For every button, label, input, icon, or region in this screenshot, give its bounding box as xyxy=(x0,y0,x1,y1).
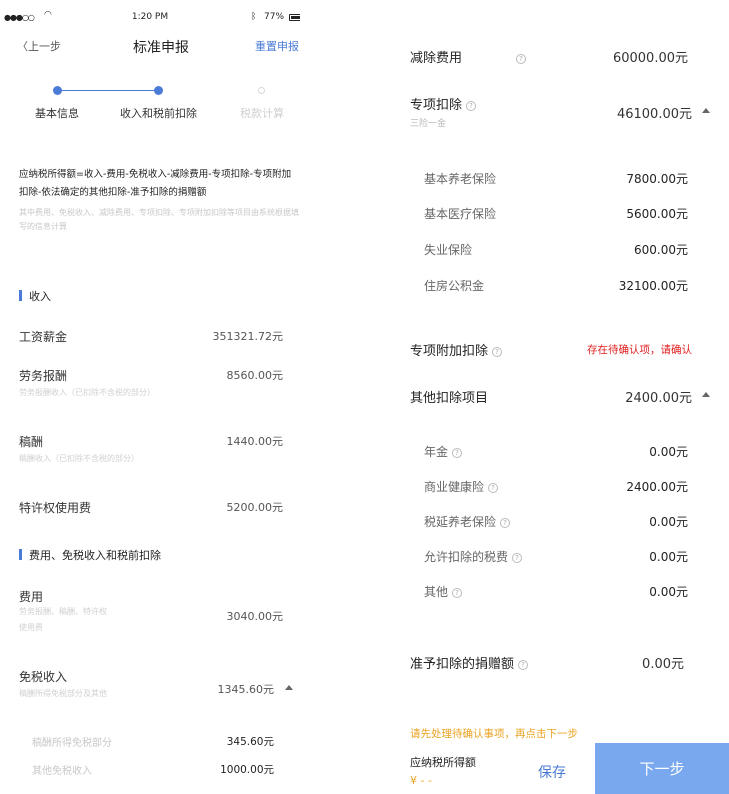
step-connector xyxy=(58,90,158,91)
item-label: 失业保险 xyxy=(424,243,473,257)
item-label: 基本医疗保险 xyxy=(424,207,497,221)
row-value: 1440.00元 xyxy=(226,435,284,448)
item-label: 住房公积金 xyxy=(424,279,485,293)
item-label: 稿酬所得免税部分 xyxy=(32,738,112,749)
item-label-text: 税延养老保险 xyxy=(424,515,497,529)
help-icon[interactable]: ? xyxy=(518,659,529,670)
item-label: 其他? xyxy=(424,583,463,600)
row-label: 专项附加扣除? xyxy=(410,340,503,359)
row-label: 费用 xyxy=(19,590,44,604)
item-label-text: 年金 xyxy=(424,445,449,459)
deduction-section-title: 费用、免税收入和税前扣除 xyxy=(19,547,161,563)
row-value: 5200.00元 xyxy=(226,501,284,514)
item-value: 600.00元 xyxy=(634,243,688,257)
row-value: 60000.00元 xyxy=(612,51,688,66)
right-panel: 减除费用? 60000.00元 专项扣除? 三险一金 46100.00元 基本养… xyxy=(396,0,729,794)
status-bar: ●●●○○ ◠ 1:20 PM ᛒ 77% xyxy=(0,10,300,28)
item-label-text: 其他 xyxy=(424,585,449,599)
item-value: 7800.00元 xyxy=(626,172,688,186)
row-value: 46100.00元 xyxy=(616,107,692,122)
row-value: 2400.00元 xyxy=(625,391,692,406)
item-value: 1000.00元 xyxy=(220,764,274,776)
row-value: 8560.00元 xyxy=(226,369,284,382)
help-icon[interactable]: ? xyxy=(516,53,527,64)
item-label: 商业健康险? xyxy=(424,478,499,495)
step-dot-1 xyxy=(53,86,62,95)
row-value: 351321.72元 xyxy=(212,330,284,343)
help-icon[interactable]: ? xyxy=(512,552,523,563)
row-label: 免税收入 xyxy=(19,670,68,684)
row-value: 3040.00元 xyxy=(226,610,284,623)
collapse-arrow-icon[interactable] xyxy=(285,685,293,690)
row-label: 稿酬 xyxy=(19,435,44,449)
deduct-fee-label: 减除费用 xyxy=(410,51,463,66)
step-dot-2 xyxy=(154,86,163,95)
step-label-3: 税款计算 xyxy=(240,107,284,120)
special-additional-label: 专项附加扣除 xyxy=(410,344,489,359)
step-label-1: 基本信息 xyxy=(35,107,79,120)
row-note: 劳务报酬收入（已扣除不含税的部分） xyxy=(19,388,155,397)
taxable-income-value: ¥ - - xyxy=(410,774,432,787)
row-label: 准予扣除的捐赠额? xyxy=(410,653,529,672)
item-value: 0.00元 xyxy=(649,550,688,564)
item-value: 0.00元 xyxy=(649,515,688,529)
row-note: 稿酬所得免税部分及其他 xyxy=(19,689,107,698)
row-note-2: 使用费 xyxy=(19,623,43,632)
item-value: 345.60元 xyxy=(226,736,274,748)
item-value: 32100.00元 xyxy=(618,279,688,293)
item-label-text: 允许扣除的税费 xyxy=(424,550,509,564)
row-label: 工资薪金 xyxy=(19,330,68,344)
donation-label: 准予扣除的捐赠额 xyxy=(410,657,515,672)
row-value: 1345.60元 xyxy=(217,683,275,696)
item-value: 2400.00元 xyxy=(626,480,688,494)
step-dot-3 xyxy=(258,87,265,94)
help-icon[interactable]: ? xyxy=(488,482,499,493)
row-value: 0.00元 xyxy=(642,657,684,672)
nav-bar: 〈上一步 标准申报 重置申报 xyxy=(0,38,300,56)
item-label: 年金? xyxy=(424,443,463,460)
left-panel: ●●●○○ ◠ 1:20 PM ᛒ 77% 〈上一步 标准申报 重置申报 基本信… xyxy=(0,0,300,794)
row-label: 其他扣除项目 xyxy=(410,391,489,406)
collapse-arrow-icon[interactable] xyxy=(702,392,710,397)
warning-message: 请先处理待确认事项，再点击下一步 xyxy=(410,728,578,740)
pending-alert[interactable]: 存在待确认项，请确认 xyxy=(587,342,692,357)
item-value: 5600.00元 xyxy=(626,207,688,221)
collapse-arrow-icon[interactable] xyxy=(702,108,710,113)
help-icon[interactable]: ? xyxy=(452,587,463,598)
help-icon[interactable]: ? xyxy=(492,346,503,357)
battery-percent: 77% xyxy=(264,12,285,22)
item-value: 0.00元 xyxy=(649,585,688,599)
row-label: 特许权使用费 xyxy=(19,501,92,515)
item-label: 其他免税收入 xyxy=(32,766,92,777)
step-label-2: 收入和税前扣除 xyxy=(120,107,197,120)
next-step-button[interactable]: 下一步 xyxy=(595,743,729,794)
help-icon[interactable]: ? xyxy=(452,447,463,458)
row-label: 劳务报酬 xyxy=(19,369,68,383)
formula-text: 应纳税所得额=收入-费用-免税收入-减除费用-专项扣除-专项附加扣除-依法确定的… xyxy=(19,169,292,198)
row-note: 稿酬收入（已扣除不含税的部分） xyxy=(19,454,139,463)
item-value: 0.00元 xyxy=(649,445,688,459)
row-label: 减除费用? xyxy=(410,47,527,66)
item-label-text: 商业健康险 xyxy=(424,480,485,494)
income-section-title: 收入 xyxy=(19,288,51,304)
taxable-income-label: 应纳税所得额 xyxy=(410,756,476,769)
special-label: 专项扣除 xyxy=(410,98,463,113)
help-icon[interactable]: ? xyxy=(500,517,511,528)
row-note: 劳务报酬、稿酬、特许权 xyxy=(19,607,107,616)
item-label: 税延养老保险? xyxy=(424,513,511,530)
bluetooth-icon: ᛒ xyxy=(251,12,257,22)
item-label: 允许扣除的税费? xyxy=(424,548,523,565)
progress-steps: 基本信息 收入和税前扣除 税款计算 xyxy=(0,84,300,124)
save-button[interactable]: 保存 xyxy=(538,762,566,782)
special-caption: 三险一金 xyxy=(410,119,447,129)
reset-button[interactable]: 重置申报 xyxy=(255,38,299,54)
row-label: 专项扣除? xyxy=(410,94,477,113)
help-icon[interactable]: ? xyxy=(466,100,477,111)
formula-note: 其中费用、免税收入、减除费用、专项扣除、专项附加扣除等项目由系统根据填写的信息计… xyxy=(19,208,299,231)
battery-icon xyxy=(289,14,300,21)
item-label: 基本养老保险 xyxy=(424,172,497,186)
